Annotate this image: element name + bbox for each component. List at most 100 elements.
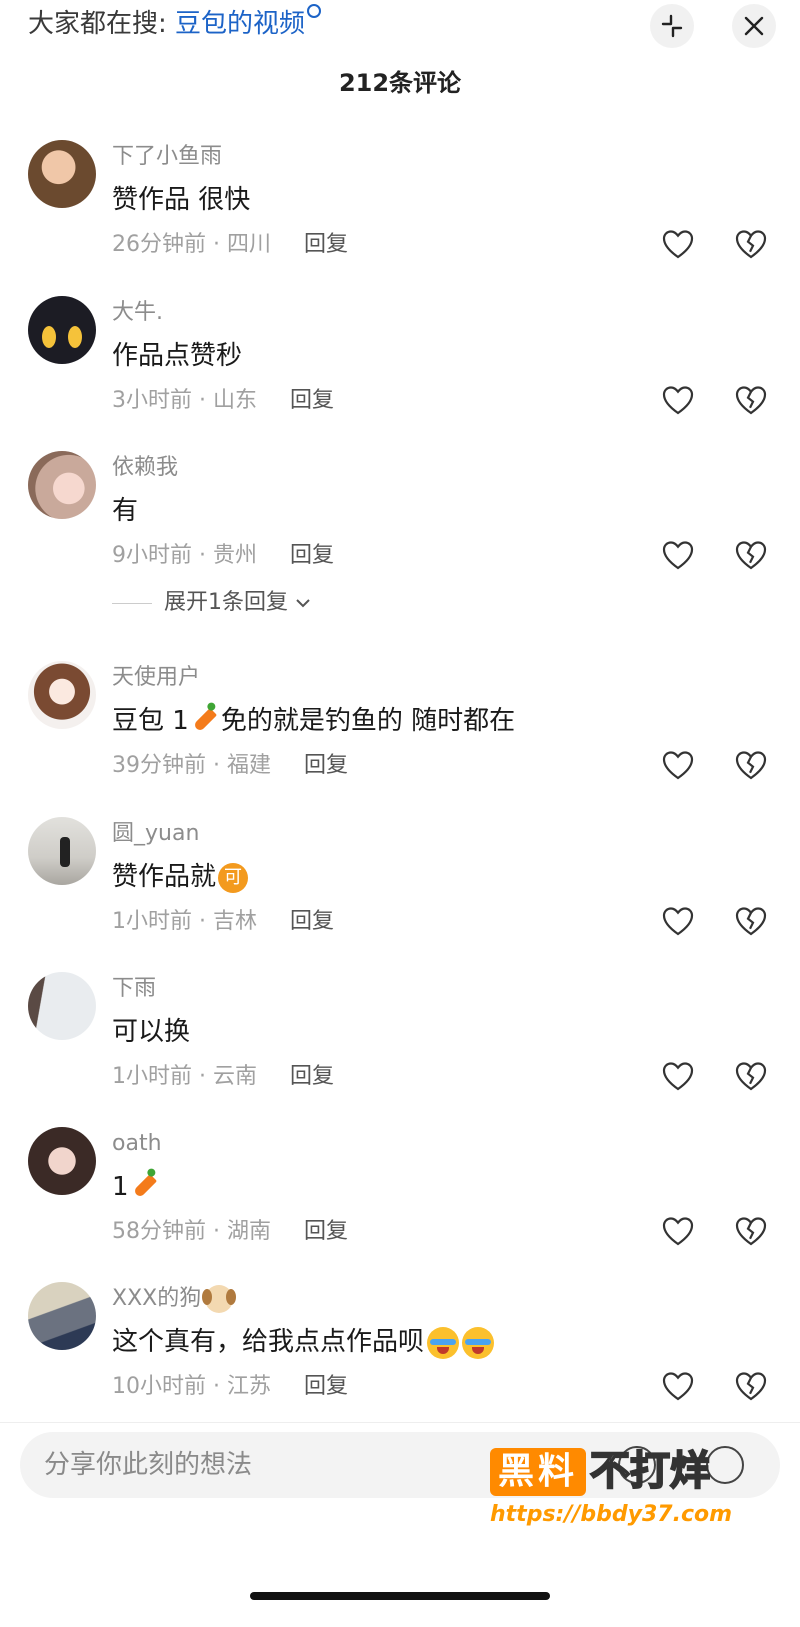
comment-username-text: XXX的狗 [112, 1286, 202, 1311]
comment-text-part: 1 [112, 1172, 129, 1202]
comment-text: 赞作品 很快 [112, 185, 251, 215]
comment-text-part: 免的就是钓鱼的 随时都在 [220, 706, 516, 736]
comment-username[interactable]: 天使用户 [112, 663, 200, 693]
dislike-icon[interactable] [733, 1368, 769, 1404]
comment-meta: 10小时前 · 江苏 回复 [112, 1372, 348, 1402]
avatar[interactable] [28, 661, 96, 729]
comment-text: 豆包 1 免的就是钓鱼的 随时都在 [112, 703, 515, 739]
comment-item: 圆_yuan 赞作品就可 1小时前 · 吉林 回复 [0, 817, 800, 957]
watermark-logo: 黑料 [490, 1448, 586, 1496]
comment-username[interactable]: 下了小鱼雨 [112, 142, 222, 172]
dislike-icon[interactable] [733, 1213, 769, 1249]
dislike-icon[interactable] [733, 903, 769, 939]
comment-time: 58分钟前 [112, 1219, 206, 1244]
meta-separator: · [199, 909, 206, 934]
meta-separator: · [213, 1219, 220, 1244]
crying-laughing-emoji-icon [427, 1326, 460, 1359]
like-icon[interactable] [660, 1368, 696, 1404]
comment-count-title: 212条评论 [338, 69, 462, 97]
comment-time: 3小时前 [112, 388, 192, 413]
comment-text: 赞作品就可 [112, 859, 249, 895]
avatar[interactable] [28, 296, 96, 364]
carrot-emoji-icon [132, 1173, 157, 1198]
comment-text: 可以换 [112, 1017, 191, 1047]
reply-button[interactable]: 回复 [290, 543, 334, 568]
comment-item: XXX的狗 这个真有，给我点点作品呗 10小时前 · 江苏 回复 [0, 1282, 800, 1422]
close-icon [744, 16, 764, 36]
like-icon[interactable] [660, 226, 696, 262]
comment-text: 1 [112, 1169, 161, 1205]
comment-time: 39分钟前 [112, 753, 206, 778]
like-icon[interactable] [660, 382, 696, 418]
reply-button[interactable]: 回复 [290, 909, 334, 934]
comment-meta: 39分钟前 · 福建 回复 [112, 751, 348, 781]
carrot-emoji-icon [192, 707, 217, 732]
avatar[interactable] [28, 817, 96, 885]
dislike-icon[interactable] [733, 226, 769, 262]
dislike-icon[interactable] [733, 537, 769, 573]
comment-meta: 26分钟前 · 四川 回复 [112, 230, 348, 260]
meta-separator: · [199, 543, 206, 568]
comment-username[interactable]: oath [112, 1129, 162, 1159]
comment-location: 福建 [227, 753, 272, 778]
comment-location: 吉林 [213, 909, 258, 934]
like-icon[interactable] [660, 1213, 696, 1249]
meta-separator: · [213, 753, 220, 778]
trending-search-hint[interactable]: 大家都在搜: 豆包的视频 [28, 4, 322, 42]
like-icon[interactable] [660, 747, 696, 783]
search-icon [307, 4, 322, 18]
meta-separator: · [213, 232, 220, 257]
comment-meta: 3小时前 · 山东 回复 [112, 386, 334, 416]
comment-input-placeholder: 分享你此刻的想法 [44, 1450, 253, 1480]
search-hint-prefix: 大家都在搜: [28, 9, 167, 39]
comment-username[interactable]: 依赖我 [112, 453, 178, 483]
comment-text: 这个真有，给我点点作品呗 [112, 1324, 495, 1360]
collapse-button[interactable] [650, 4, 694, 48]
dislike-icon[interactable] [733, 1058, 769, 1094]
like-icon[interactable] [660, 903, 696, 939]
comment-location: 山东 [213, 388, 258, 413]
home-indicator[interactable] [250, 1592, 550, 1600]
comment-time: 26分钟前 [112, 232, 206, 257]
expand-replies-button[interactable]: 展开1条回复 [112, 588, 311, 618]
comment-item: 下雨 可以换 1小时前 · 云南 回复 [0, 972, 800, 1112]
comment-username[interactable]: 大牛. [112, 298, 163, 328]
reply-button[interactable]: 回复 [304, 1374, 348, 1399]
reply-button[interactable]: 回复 [304, 753, 348, 778]
dog-emoji-icon [202, 1285, 237, 1313]
comment-item: oath 1 58分钟前 · 湖南 回复 [0, 1127, 800, 1267]
emoji-picker-icon[interactable] [706, 1446, 744, 1484]
dislike-icon[interactable] [733, 382, 769, 418]
close-button[interactable] [732, 4, 776, 48]
chevron-down-icon [296, 599, 310, 608]
avatar[interactable] [28, 1127, 96, 1195]
comment-item: 下了小鱼雨 赞作品 很快 26分钟前 · 四川 回复 [0, 140, 800, 280]
comment-username[interactable]: 圆_yuan [112, 819, 199, 849]
comment-username[interactable]: 下雨 [112, 974, 156, 1004]
comment-location: 云南 [213, 1064, 258, 1089]
reply-button[interactable]: 回复 [290, 1064, 334, 1089]
like-icon[interactable] [660, 537, 696, 573]
comment-meta: 9小时前 · 贵州 回复 [112, 541, 334, 571]
comment-meta: 1小时前 · 云南 回复 [112, 1062, 334, 1092]
comment-text-part: 这个真有，给我点点作品呗 [112, 1327, 425, 1357]
watermark-url: https://bbdy37.com [490, 1502, 733, 1527]
ke-emoji-icon: 可 [218, 862, 249, 893]
like-icon[interactable] [660, 1058, 696, 1094]
comment-username[interactable]: XXX的狗 [112, 1284, 237, 1314]
comment-location: 贵州 [213, 543, 258, 568]
reply-button[interactable]: 回复 [290, 388, 334, 413]
avatar[interactable] [28, 972, 96, 1040]
avatar[interactable] [28, 1282, 96, 1350]
avatar[interactable] [28, 140, 96, 208]
comment-time: 1小时前 [112, 909, 192, 934]
search-hint-keyword[interactable]: 豆包的视频 [175, 9, 305, 39]
comment-time: 10小时前 [112, 1374, 206, 1399]
comment-meta: 58分钟前 · 湖南 回复 [112, 1217, 348, 1247]
reply-button[interactable]: 回复 [304, 1219, 348, 1244]
avatar[interactable] [28, 451, 96, 519]
dislike-icon[interactable] [733, 747, 769, 783]
reply-button[interactable]: 回复 [304, 232, 348, 257]
comment-text: 作品点赞秒 [112, 341, 243, 371]
comment-text-part: 豆包 1 [112, 706, 189, 736]
